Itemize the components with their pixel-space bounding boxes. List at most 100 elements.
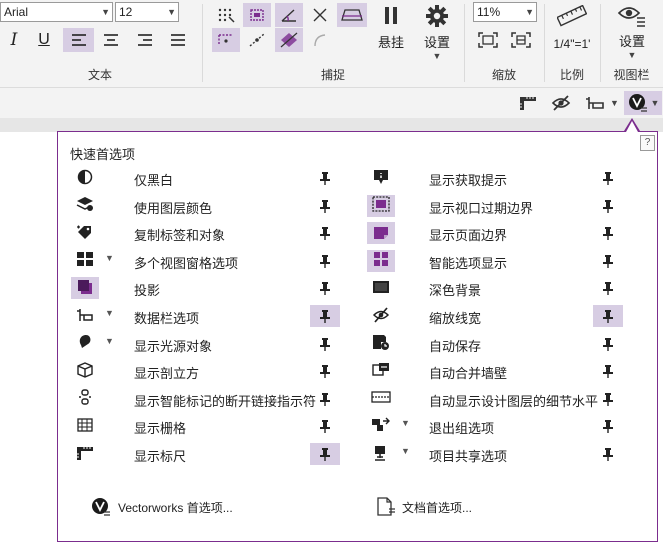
pin-button[interactable] (310, 415, 340, 437)
pin-button[interactable] (593, 222, 623, 244)
align-right-button[interactable] (131, 28, 159, 52)
preference-toggle-button[interactable] (367, 194, 395, 217)
pin-button[interactable] (593, 195, 623, 217)
preference-row: 缩放线宽 (367, 305, 625, 327)
preference-toggle-button[interactable] (71, 277, 99, 300)
view-bar-settings-button[interactable]: 设置 ▼ (608, 3, 656, 60)
quick-preferences-button[interactable]: ▼ (624, 91, 662, 115)
zoom-line-weight-toggle[interactable] (548, 91, 574, 115)
fit-to-page-button[interactable] (507, 28, 535, 52)
preference-toggle-button[interactable] (367, 277, 395, 299)
drop-shadow-icon (77, 279, 93, 298)
zoom-value: 11% (477, 5, 501, 19)
align-left-button[interactable] (63, 28, 94, 52)
vectorworks-logo-icon (628, 94, 647, 112)
preference-toggle-button[interactable] (71, 333, 99, 355)
pin-button[interactable] (593, 415, 623, 437)
preference-row: 仅黑白 (71, 167, 342, 189)
pin-button[interactable] (593, 443, 623, 465)
chevron-down-icon[interactable]: ▼ (401, 446, 410, 456)
preference-toggle-button[interactable] (367, 443, 395, 465)
preference-row: 显示剖立方 (71, 360, 342, 382)
snap-tangent-button[interactable] (243, 28, 271, 52)
snap-angle-button[interactable] (275, 3, 303, 27)
pin-button[interactable] (593, 333, 623, 355)
rulers-strip (0, 118, 663, 132)
italic-button[interactable]: I (0, 28, 28, 52)
align-center-button[interactable] (97, 28, 125, 52)
pin-icon (320, 392, 330, 406)
underline-button[interactable]: U (30, 28, 58, 52)
pin-button[interactable] (310, 277, 340, 299)
snap-grid-button[interactable] (212, 3, 240, 27)
pin-button[interactable] (310, 195, 340, 217)
pin-button[interactable] (593, 277, 623, 299)
snap-object-button[interactable] (243, 3, 271, 27)
snap-intersection-button[interactable] (306, 3, 334, 27)
pin-button[interactable] (310, 167, 340, 189)
pin-button[interactable] (310, 305, 340, 327)
preference-toggle-button[interactable] (71, 222, 99, 244)
chevron-down-icon[interactable]: ▼ (105, 253, 114, 263)
preference-toggle-button[interactable] (367, 360, 395, 382)
font-name-combo[interactable]: Arial ▼ (0, 2, 113, 22)
chevron-down-icon[interactable]: ▼ (401, 418, 410, 428)
pin-button[interactable] (310, 250, 340, 272)
snap-settings-button[interactable]: 设置 ▼ (418, 5, 456, 61)
preference-toggle-button[interactable] (71, 443, 99, 465)
snap-surface-button[interactable] (337, 3, 367, 27)
ruler-toggle-button[interactable] (515, 91, 541, 115)
help-button[interactable]: ? (640, 135, 655, 151)
pin-icon (603, 337, 613, 351)
pin-button[interactable] (593, 167, 623, 189)
pin-button[interactable] (310, 360, 340, 382)
vectorworks-preferences-link[interactable]: Vectorworks 首选项... (90, 497, 233, 517)
pin-button[interactable] (310, 443, 340, 465)
preference-toggle-button[interactable] (71, 360, 99, 382)
broken-link-icon (77, 389, 93, 408)
preference-toggle-button[interactable] (71, 305, 99, 327)
zoom-combo[interactable]: 11% ▼ (473, 2, 537, 22)
preference-label: 自动保存 (429, 338, 482, 354)
snap-smart-edge-button[interactable] (275, 28, 303, 52)
preference-toggle-button[interactable] (367, 167, 395, 189)
preference-toggle-button[interactable] (71, 415, 99, 437)
preference-toggle-button[interactable] (71, 167, 99, 189)
pin-button[interactable] (593, 305, 623, 327)
pin-button[interactable] (310, 333, 340, 355)
settings-label: 设置 (423, 35, 450, 50)
preference-toggle-button[interactable] (367, 333, 395, 355)
hang-button[interactable]: 悬挂 (371, 5, 411, 51)
preference-toggle-button[interactable] (71, 250, 99, 272)
preference-toggle-button[interactable] (367, 222, 395, 245)
fit-to-objects-button[interactable] (474, 28, 502, 52)
preference-toggle-button[interactable] (367, 249, 395, 272)
preference-toggle-button[interactable] (71, 195, 99, 217)
scale-button[interactable]: 1/4"=1' (549, 5, 595, 51)
font-size-combo[interactable]: 12 ▼ (115, 2, 179, 22)
pin-button[interactable] (310, 222, 340, 244)
pin-button[interactable] (593, 360, 623, 382)
preference-row: 显示获取提示 (367, 167, 625, 189)
pin-icon (320, 254, 330, 268)
preference-label: 显示获取提示 (429, 173, 508, 188)
preference-toggle-button[interactable] (367, 388, 395, 410)
preference-toggle-button[interactable] (367, 415, 395, 437)
justify-button[interactable] (164, 28, 192, 52)
document-preferences-link[interactable]: 文档首选项... (376, 497, 472, 517)
chevron-down-icon[interactable]: ▼ (105, 336, 114, 346)
pin-icon (603, 199, 613, 213)
preference-toggle-button[interactable] (367, 305, 395, 327)
chevron-down-icon[interactable]: ▼ (105, 308, 114, 318)
pin-button[interactable] (310, 388, 340, 410)
snap-distance-button[interactable] (212, 28, 240, 52)
snap-distance-icon (218, 34, 233, 45)
pin-button[interactable] (593, 250, 623, 272)
popup-title: 快速首选项 (70, 147, 136, 162)
snap-tangent-arc-button[interactable] (306, 28, 334, 52)
data-bar-options-button[interactable]: ▼ (584, 91, 620, 115)
underline-icon: U (38, 31, 50, 48)
preference-label: 自动显示设计图层的细节水平 (429, 393, 599, 409)
pin-button[interactable] (593, 388, 623, 410)
preference-toggle-button[interactable] (71, 388, 99, 410)
